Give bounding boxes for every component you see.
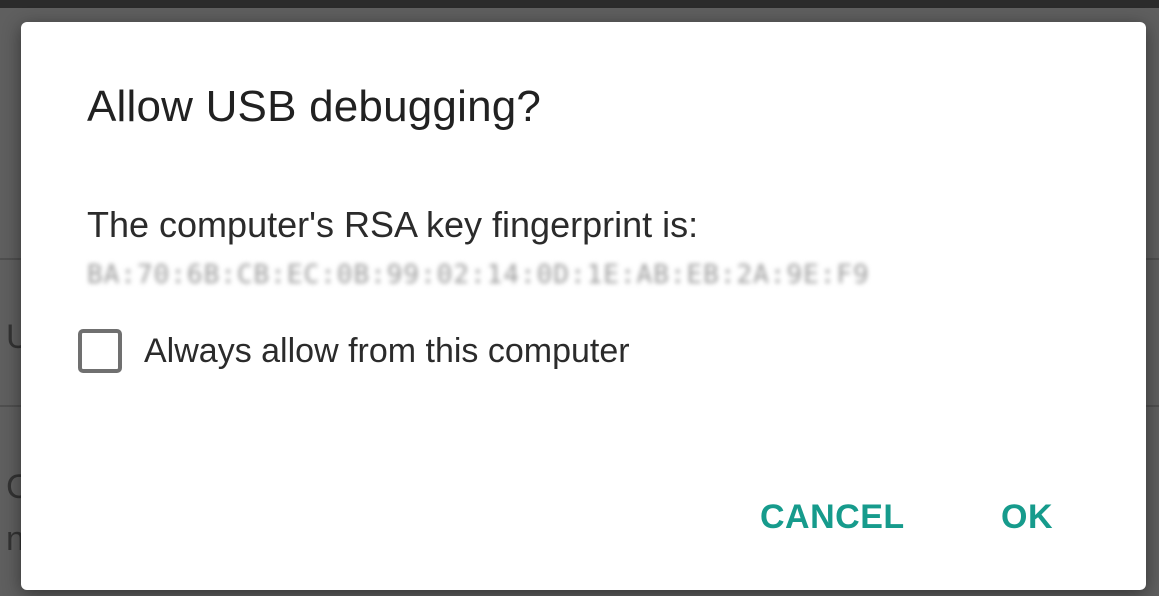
rsa-fingerprint: BA:70:6B:CB:EC:0B:99:02:14:0D:1E:AB:EB:2…	[87, 260, 870, 290]
dialog-message: The computer's RSA key fingerprint is:	[87, 204, 699, 245]
cancel-button[interactable]: CANCEL	[760, 492, 905, 542]
always-allow-checkbox[interactable]	[78, 329, 122, 373]
dialog-title: Allow USB debugging?	[87, 82, 542, 131]
ok-button[interactable]: OK	[1001, 492, 1053, 542]
status-bar	[0, 0, 1159, 8]
always-allow-option[interactable]: Always allow from this computer	[78, 326, 630, 376]
always-allow-label[interactable]: Always allow from this computer	[144, 332, 630, 371]
usb-debugging-dialog: Allow USB debugging? The computer's RSA …	[21, 22, 1146, 590]
